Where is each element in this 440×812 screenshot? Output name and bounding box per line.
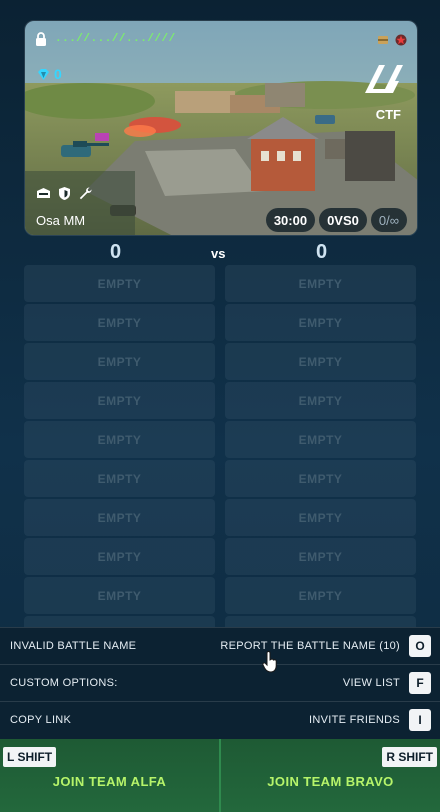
battle-mode: CTF	[375, 107, 401, 122]
team-alfa-slot: EMPTY	[24, 538, 215, 575]
team-alfa-slot: EMPTY	[24, 499, 215, 536]
join-bravo-label: JOIN TEAM BRAVO	[267, 774, 394, 789]
team-alfa-slot: EMPTY	[24, 460, 215, 497]
invite-friends-button[interactable]: INVITE FRIENDS	[309, 714, 400, 726]
rank-star-icon	[395, 34, 407, 46]
custom-options-label: CUSTOM OPTIONS:	[10, 677, 118, 689]
battle-password: ...//...//...////	[55, 33, 176, 45]
vs-label: vs	[211, 246, 226, 261]
battle-stats: 30:00 0VS0 0/∞	[265, 208, 407, 232]
team-bravo-slot: EMPTY	[225, 265, 416, 302]
team-bravo-slot: EMPTY	[225, 382, 416, 419]
wrench-icon	[79, 187, 92, 200]
bravo-score: 0	[316, 241, 328, 263]
team-bravo-slot: EMPTY	[225, 616, 416, 627]
time-limit: 30:00	[265, 208, 316, 232]
report-hotkey[interactable]: O	[409, 635, 431, 657]
lock-icon	[36, 32, 46, 46]
battle-options-panel: INVALID BATTLE NAME REPORT THE BATTLE NA…	[0, 627, 440, 739]
password-row: ...//...//...////	[35, 32, 176, 46]
crystal-icon	[38, 68, 49, 80]
crystal-count: 0	[54, 66, 62, 82]
invalid-name-label: INVALID BATTLE NAME	[10, 640, 137, 652]
team-bravo-slot: EMPTY	[225, 499, 416, 536]
team-alfa-slot: EMPTY	[24, 265, 215, 302]
battle-format-icons	[36, 186, 93, 201]
team-alfa-slot: EMPTY	[24, 343, 215, 380]
team-bravo-slot: EMPTY	[225, 343, 416, 380]
supply-box-icon	[378, 36, 388, 44]
team-alfa-slot: EMPTY	[24, 616, 215, 627]
team-alfa-slot: EMPTY	[24, 382, 215, 419]
team-scores: 0 vs 0	[0, 241, 440, 263]
score-limit: 0VS0	[319, 208, 367, 232]
team-bravo-slot: EMPTY	[225, 421, 416, 458]
alfa-score: 0	[110, 241, 122, 263]
right-shift-hotkey: R SHIFT	[382, 747, 437, 767]
team-bravo-slot: EMPTY	[225, 460, 416, 497]
join-team-alfa-button[interactable]: L SHIFT JOIN TEAM ALFA	[0, 739, 219, 812]
report-name-button[interactable]: REPORT THE BATTLE NAME (10)	[220, 640, 400, 652]
report-row: INVALID BATTLE NAME REPORT THE BATTLE NA…	[0, 627, 440, 664]
team-bravo-slot: EMPTY	[225, 577, 416, 614]
preview-badges	[377, 34, 407, 46]
team-alfa-slot: EMPTY	[24, 421, 215, 458]
team-alfa-slot: EMPTY	[24, 577, 215, 614]
supplies-icon	[37, 188, 50, 198]
view-list-button[interactable]: VIEW LIST	[343, 677, 400, 689]
ctf-mode-icon	[365, 65, 403, 93]
map-screenshot	[25, 21, 417, 235]
crystal-fund: 0	[37, 66, 62, 82]
team-bravo-slot: EMPTY	[225, 538, 416, 575]
battle-preview: ...//...//...//// 0 CTF Osa MM 30:00 0VS…	[24, 20, 418, 236]
left-shift-hotkey: L SHIFT	[3, 747, 57, 767]
map-name: Osa MM	[36, 213, 86, 228]
team-alfa-slot: EMPTY	[24, 304, 215, 341]
join-alfa-label: JOIN TEAM ALFA	[52, 774, 167, 789]
link-row: COPY LINK INVITE FRIENDS I	[0, 701, 440, 738]
custom-options-row: CUSTOM OPTIONS: VIEW LIST F	[0, 664, 440, 701]
join-team-bravo-button[interactable]: R SHIFT JOIN TEAM BRAVO	[221, 739, 440, 812]
team-slots: EMPTY EMPTY EMPTY EMPTY EMPTY EMPTY EMPTY EMPTY…	[0, 265, 440, 627]
copy-link-button[interactable]: COPY LINK	[10, 714, 71, 726]
hand-cursor-icon	[262, 651, 277, 673]
player-count: 0/∞	[370, 208, 407, 232]
team-bravo-slot: EMPTY	[225, 304, 416, 341]
invite-hotkey[interactable]: I	[409, 709, 431, 731]
view-list-hotkey[interactable]: F	[409, 672, 431, 694]
shield-icon	[59, 187, 70, 200]
